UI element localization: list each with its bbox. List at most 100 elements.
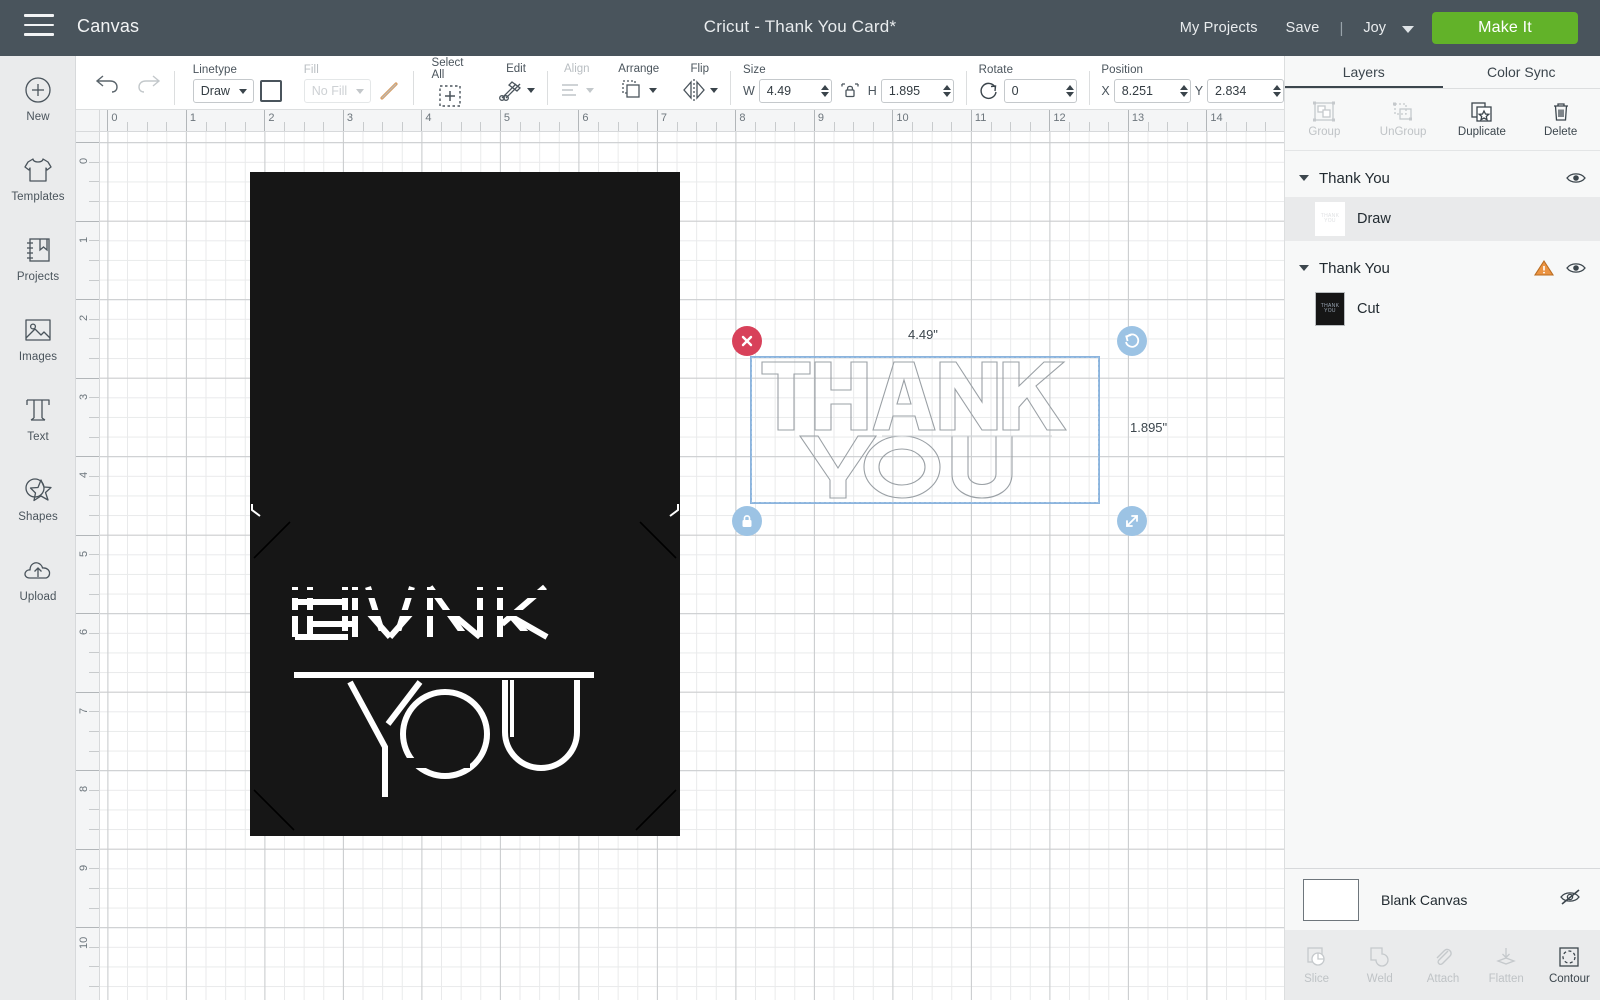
chevron-down-icon[interactable] — [649, 87, 658, 93]
undo-icon[interactable] — [94, 72, 120, 94]
ruler-minor-tick — [460, 122, 462, 131]
layer-item-name: Cut — [1357, 301, 1380, 317]
card-artwork[interactable] — [250, 172, 680, 836]
sidebar-item-new[interactable]: New — [0, 60, 76, 136]
select-all-button[interactable]: Select All — [432, 57, 468, 108]
sidebar-item-shapes[interactable]: Shapes — [0, 460, 76, 536]
position-x-stepper[interactable] — [1179, 84, 1188, 97]
resize-handle-icon[interactable] — [1117, 506, 1147, 536]
layer-item-draw[interactable]: THANK YOU Draw — [1285, 197, 1600, 241]
rotate-handle-icon[interactable] — [1117, 326, 1147, 356]
ruler-minor-tick — [89, 730, 99, 732]
layer-group-name: Thank You — [1319, 259, 1390, 277]
layer-item-cut[interactable]: THANK YOU Cut — [1285, 287, 1600, 331]
attach-paperclip-icon — [1436, 948, 1452, 966]
group-button[interactable]: Group — [1285, 101, 1364, 138]
align-button[interactable]: Align — [559, 63, 595, 102]
duplicate-button[interactable]: Duplicate — [1443, 101, 1522, 138]
position-y-field[interactable] — [1207, 78, 1285, 103]
chevron-down-icon[interactable] — [526, 87, 535, 93]
fill-select-wrap[interactable]: No Fill — [303, 78, 371, 103]
redo-icon[interactable] — [136, 72, 162, 94]
sidebar-item-projects[interactable]: Projects — [0, 220, 76, 296]
edit-button[interactable]: Edit — [498, 63, 535, 102]
tab-layers[interactable]: Layers — [1285, 56, 1443, 88]
width-stepper[interactable] — [820, 84, 829, 97]
rotate-icon[interactable] — [979, 81, 999, 101]
position-y-stepper[interactable] — [1273, 84, 1282, 97]
warning-triangle-icon[interactable] — [1533, 259, 1555, 277]
picture-icon — [23, 313, 53, 347]
linetype-select[interactable]: Draw — [192, 78, 254, 103]
sidebar-item-images[interactable]: Images — [0, 300, 76, 376]
rotate-field[interactable] — [1003, 78, 1077, 103]
my-projects-link[interactable]: My Projects — [1166, 20, 1272, 36]
eye-icon[interactable] — [1566, 171, 1586, 185]
lock-handle-icon[interactable] — [732, 506, 762, 536]
rotate-stepper[interactable] — [1065, 84, 1074, 97]
ungroup-button[interactable]: UnGroup — [1364, 101, 1443, 138]
ruler-minor-tick — [617, 122, 619, 131]
layer-thumbnail-cut: THANK YOU — [1315, 292, 1345, 326]
eye-icon[interactable] — [1566, 261, 1586, 275]
thumb-text-line2: YOU — [1324, 218, 1336, 224]
position-y-input[interactable] — [1215, 83, 1272, 98]
slice-button[interactable]: Slice — [1285, 945, 1348, 985]
ruler-minor-tick — [89, 279, 99, 281]
rotate-input[interactable] — [1011, 83, 1064, 98]
width-field[interactable] — [758, 78, 832, 103]
size-lock-button[interactable] — [840, 81, 860, 100]
chevron-down-icon[interactable] — [586, 87, 595, 93]
sidebar-item-templates[interactable]: Templates — [0, 140, 76, 216]
blank-canvas-row[interactable]: Blank Canvas — [1285, 868, 1600, 930]
height-stepper[interactable] — [942, 84, 951, 97]
arrange-button[interactable]: Arrange — [618, 63, 659, 102]
tab-color-sync[interactable]: Color Sync — [1443, 56, 1600, 88]
ruler-minor-tick — [89, 259, 99, 261]
delete-x-icon[interactable] — [732, 326, 762, 356]
height-field[interactable] — [880, 78, 954, 103]
eye-off-icon[interactable] — [1559, 888, 1583, 906]
ruler-minor-tick — [931, 122, 933, 131]
selection-bounding-box[interactable] — [750, 356, 1100, 504]
flatten-button[interactable]: Flatten — [1475, 945, 1538, 985]
make-it-button[interactable]: Make It — [1432, 12, 1578, 44]
sidebar-item-upload[interactable]: Upload — [0, 540, 76, 616]
delete-button[interactable]: Delete — [1521, 101, 1600, 138]
flip-button[interactable]: Flip — [681, 63, 719, 102]
chevron-down-icon[interactable] — [1299, 265, 1309, 271]
machine-selector-label[interactable]: Joy — [1349, 20, 1392, 36]
chevron-down-icon[interactable] — [1299, 175, 1309, 181]
ruler-minor-tick — [89, 201, 99, 203]
ruler-minor-tick — [205, 122, 207, 131]
layer-group-thank-you-1[interactable]: Thank You — [1285, 159, 1600, 197]
fill-label: Fill — [303, 63, 319, 76]
hamburger-icon[interactable] — [24, 14, 54, 40]
position-x-field[interactable] — [1113, 78, 1191, 103]
ruler-minor-tick — [166, 122, 168, 131]
ruler-minor-tick — [89, 868, 99, 870]
design-canvas[interactable]: 4.49" 1.895" — [100, 132, 1284, 1000]
ruler-tick-label: 6 — [582, 112, 589, 124]
weld-button[interactable]: Weld — [1348, 945, 1411, 985]
attach-button[interactable]: Attach — [1411, 945, 1474, 985]
ruler-minor-tick — [89, 436, 99, 438]
thumb-text-line2: YOU — [1324, 308, 1336, 314]
ruler-major-tick — [76, 534, 99, 536]
position-x-input[interactable] — [1121, 83, 1178, 98]
linetype-color-swatch[interactable] — [259, 79, 282, 102]
chevron-down-icon[interactable] — [710, 87, 719, 93]
height-input[interactable] — [888, 83, 941, 98]
layer-group-thank-you-2[interactable]: Thank You — [1285, 249, 1600, 287]
width-input[interactable] — [766, 83, 819, 98]
save-button[interactable]: Save — [1272, 20, 1334, 36]
sidebar-item-text[interactable]: Text — [0, 380, 76, 456]
right-panel-tabs: Layers Color Sync — [1285, 56, 1600, 89]
contour-button[interactable]: Contour — [1538, 945, 1600, 985]
pencil-icon[interactable] — [377, 79, 401, 103]
weld-label: Weld — [1366, 973, 1393, 985]
chevron-down-icon[interactable] — [1402, 25, 1414, 33]
fill-select[interactable]: No Fill — [303, 78, 371, 103]
delete-label: Delete — [1544, 126, 1578, 138]
linetype-select-wrap[interactable]: Draw — [192, 78, 254, 103]
